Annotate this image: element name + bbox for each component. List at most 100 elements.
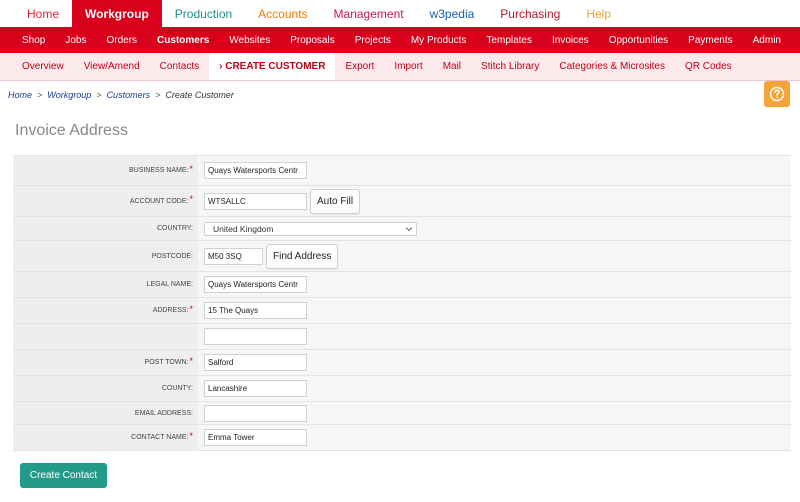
postcode-label: POSTCODE: (13, 241, 198, 271)
business-name-label-text: BUSINESS NAME: (128, 167, 189, 174)
nav-websites[interactable]: Websites (219, 27, 280, 53)
subnav-export[interactable]: Export (335, 53, 384, 80)
nav-my-products[interactable]: My Products (401, 27, 477, 53)
top-navigation: Home Workgroup Production Accounts Manag… (0, 0, 800, 27)
breadcrumb-home[interactable]: Home (8, 90, 32, 100)
address-line2-label (13, 324, 198, 349)
subnav-qr-codes[interactable]: QR Codes (675, 53, 742, 80)
breadcrumb-separator: > (37, 90, 43, 100)
help-button[interactable] (764, 81, 790, 107)
legal-name-label: LEGAL NAME: (13, 272, 198, 297)
nav-shop[interactable]: Shop (12, 27, 55, 53)
form-row-contact-name: CONTACT NAME: * Emma Tower (13, 425, 791, 451)
top-tab-help[interactable]: Help (573, 0, 624, 27)
subnav-contacts[interactable]: Contacts (150, 53, 209, 80)
subnav-overview[interactable]: Overview (12, 53, 74, 80)
subnav-view-amend[interactable]: View/Amend (74, 53, 150, 80)
required-marker: * (189, 355, 193, 366)
county-label: COUNTY: (13, 376, 198, 401)
subnav-categories-microsites[interactable]: Categories & Microsites (549, 53, 675, 80)
legal-name-input[interactable]: Quays Watersports Centr (204, 276, 307, 293)
contact-name-label: CONTACT NAME: * (13, 425, 198, 450)
subnav-mail[interactable]: Mail (433, 53, 471, 80)
country-selected-value: United Kingdom (213, 223, 274, 234)
form-row-post-town: POST TOWN: * Salford (13, 350, 791, 376)
email-label: EMAIL ADDRESS: (13, 402, 198, 424)
top-tab-accounts[interactable]: Accounts (245, 0, 320, 27)
create-contact-button[interactable]: Create Contact (20, 463, 107, 488)
nav-orders[interactable]: Orders (96, 27, 147, 53)
top-tab-w3pedia[interactable]: w3pedia (417, 0, 488, 27)
page-title: Invoice Address (15, 122, 128, 139)
address-line2-cell (198, 324, 791, 349)
form-row-county: COUNTY: Lancashire (13, 376, 791, 402)
nav-admin[interactable]: Admin (743, 27, 791, 53)
contact-name-cell: Emma Tower (198, 425, 791, 450)
account-code-input[interactable]: WTSALLC (204, 192, 307, 210)
sub-navigation: Overview View/Amend Contacts › CREATE CU… (0, 53, 800, 81)
country-cell: United Kingdom (198, 217, 791, 240)
postcode-label-text: POSTCODE: (151, 252, 193, 260)
nav-projects[interactable]: Projects (345, 27, 401, 53)
required-marker: * (189, 430, 193, 441)
country-label: COUNTRY: (13, 217, 198, 240)
top-tab-management[interactable]: Management (321, 0, 417, 27)
legal-name-label-text: LEGAL NAME: (146, 281, 193, 288)
form-row-address-line2 (13, 324, 791, 350)
nav-payments[interactable]: Payments (678, 27, 742, 53)
subnav-create-customer[interactable]: › CREATE CUSTOMER (209, 53, 336, 80)
address-line1-input[interactable]: 15 The Quays (204, 302, 307, 319)
required-marker: * (189, 163, 193, 174)
county-label-text: COUNTY: (161, 385, 193, 392)
address-line2-input[interactable] (204, 328, 307, 345)
account-code-label: ACCOUNT CODE: * (13, 186, 198, 216)
county-input[interactable]: Lancashire (204, 380, 307, 397)
breadcrumb-separator: > (155, 90, 161, 100)
business-name-label: BUSINESS NAME: * (13, 156, 198, 185)
post-town-input[interactable]: Salford (204, 354, 307, 371)
form-row-email: EMAIL ADDRESS: (13, 402, 791, 425)
nav-invoices[interactable]: Invoices (542, 27, 599, 53)
breadcrumb-customers[interactable]: Customers (107, 90, 151, 100)
postcode-input[interactable]: M50 3SQ (204, 247, 263, 265)
address-label-text: ADDRESS: (152, 307, 189, 314)
form-row-country: COUNTRY: United Kingdom (13, 217, 791, 241)
address-line1-cell: 15 The Quays (198, 298, 791, 323)
contact-name-label-text: CONTACT NAME: (131, 434, 189, 441)
top-tab-home[interactable]: Home (14, 0, 72, 27)
email-input[interactable] (204, 404, 307, 422)
country-select[interactable]: United Kingdom (204, 221, 417, 236)
nav-jobs[interactable]: Jobs (55, 27, 96, 53)
form-row-postcode: POSTCODE: M50 3SQ Find Address (13, 241, 791, 272)
invoice-address-form: BUSINESS NAME: * Quays Watersports Centr… (13, 155, 791, 451)
form-row-business-name: BUSINESS NAME: * Quays Watersports Centr (13, 156, 791, 186)
form-row-address: ADDRESS: * 15 The Quays (13, 298, 791, 324)
breadcrumb: Home > Workgroup > Customers > Create Cu… (8, 90, 234, 100)
account-code-cell: WTSALLC Auto Fill (198, 186, 791, 216)
subnav-import[interactable]: Import (384, 53, 432, 80)
nav-templates[interactable]: Templates (476, 27, 542, 53)
nav-proposals[interactable]: Proposals (280, 27, 344, 53)
top-tab-purchasing[interactable]: Purchasing (487, 0, 573, 27)
postcode-cell: M50 3SQ Find Address (198, 241, 791, 271)
find-address-button[interactable]: Find Address (266, 243, 339, 269)
breadcrumb-separator: > (96, 90, 102, 100)
account-code-label-text: ACCOUNT CODE: (129, 197, 189, 205)
form-row-legal-name: LEGAL NAME: Quays Watersports Centr (13, 272, 791, 298)
nav-customers[interactable]: Customers (147, 27, 219, 53)
chevron-down-icon (405, 226, 413, 231)
top-tab-production[interactable]: Production (162, 0, 245, 27)
auto-fill-button[interactable]: Auto Fill (310, 188, 361, 214)
form-row-account-code: ACCOUNT CODE: * WTSALLC Auto Fill (13, 186, 791, 217)
nav-opportunities[interactable]: Opportunities (599, 27, 678, 53)
email-label-text: EMAIL ADDRESS: (134, 409, 193, 417)
contact-name-input[interactable]: Emma Tower (204, 429, 307, 446)
subnav-stitch-library[interactable]: Stitch Library (471, 53, 549, 80)
business-name-input[interactable]: Quays Watersports Centr (204, 162, 307, 179)
country-label-text: COUNTRY: (156, 225, 193, 232)
required-marker: * (189, 303, 193, 314)
top-tab-workgroup[interactable]: Workgroup (72, 0, 162, 27)
breadcrumb-workgroup[interactable]: Workgroup (47, 90, 91, 100)
post-town-cell: Salford (198, 350, 791, 375)
post-town-label: POST TOWN: * (13, 350, 198, 375)
